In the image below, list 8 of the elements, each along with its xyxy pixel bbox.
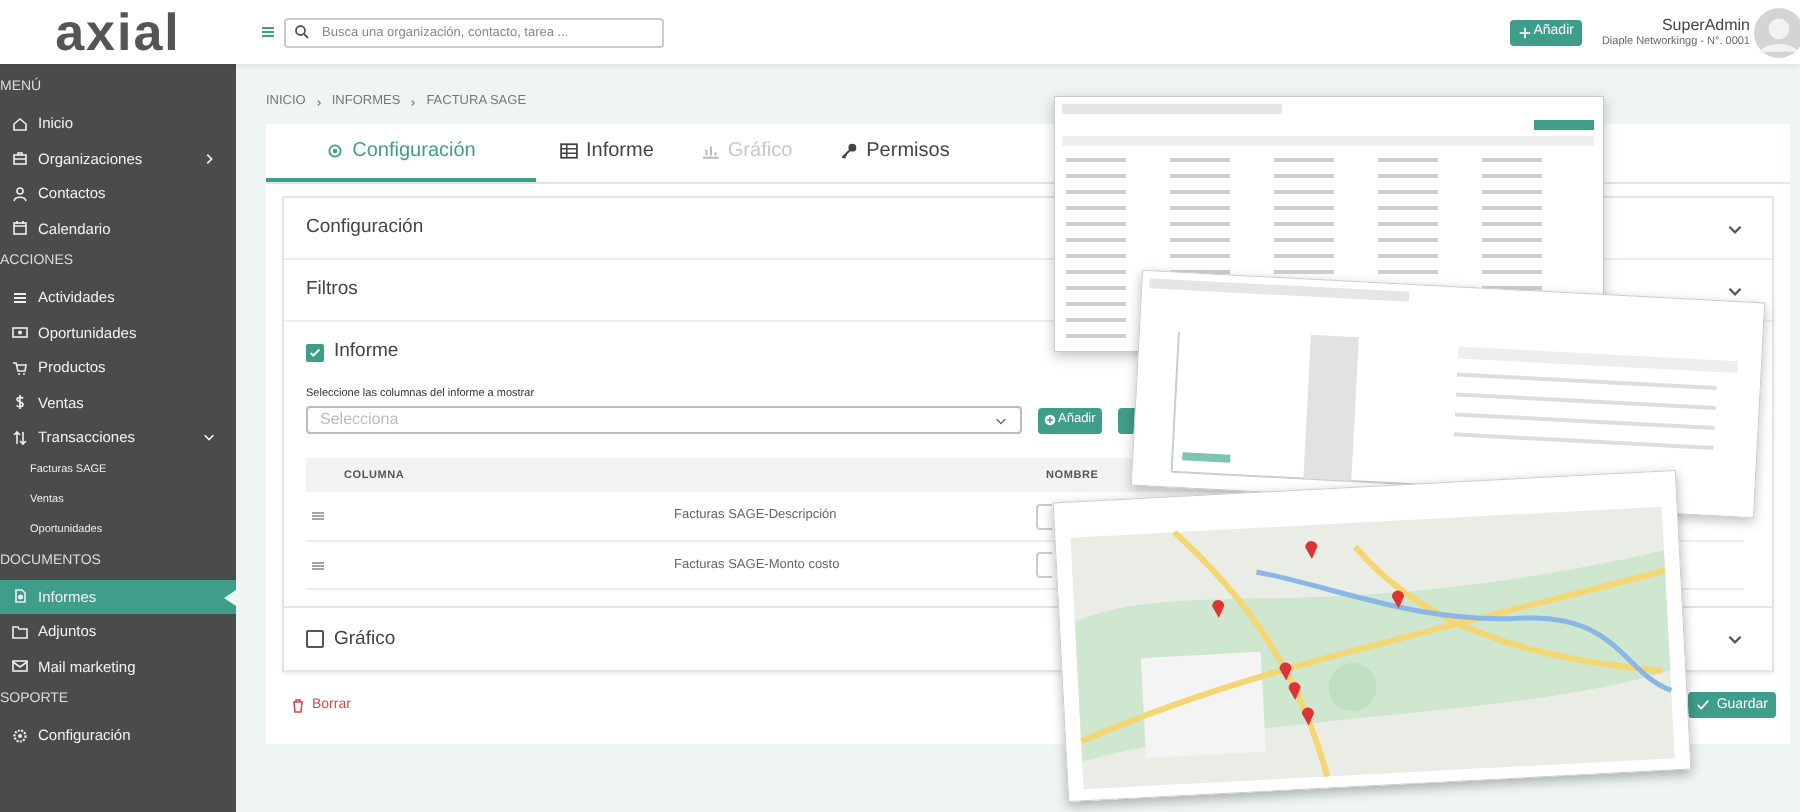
tab[interactable]: Informe <box>536 124 678 182</box>
checkbox-label: Gráfico <box>334 625 396 654</box>
user-name: SuperAdmin <box>1661 15 1750 34</box>
section-title[interactable]: Configuración <box>306 213 424 243</box>
checkbox-label: Informe <box>334 338 399 367</box>
logo[interactable]: axial <box>55 6 181 58</box>
tab[interactable]: Permisos <box>816 124 974 182</box>
section-title[interactable]: Filtros <box>306 275 358 305</box>
